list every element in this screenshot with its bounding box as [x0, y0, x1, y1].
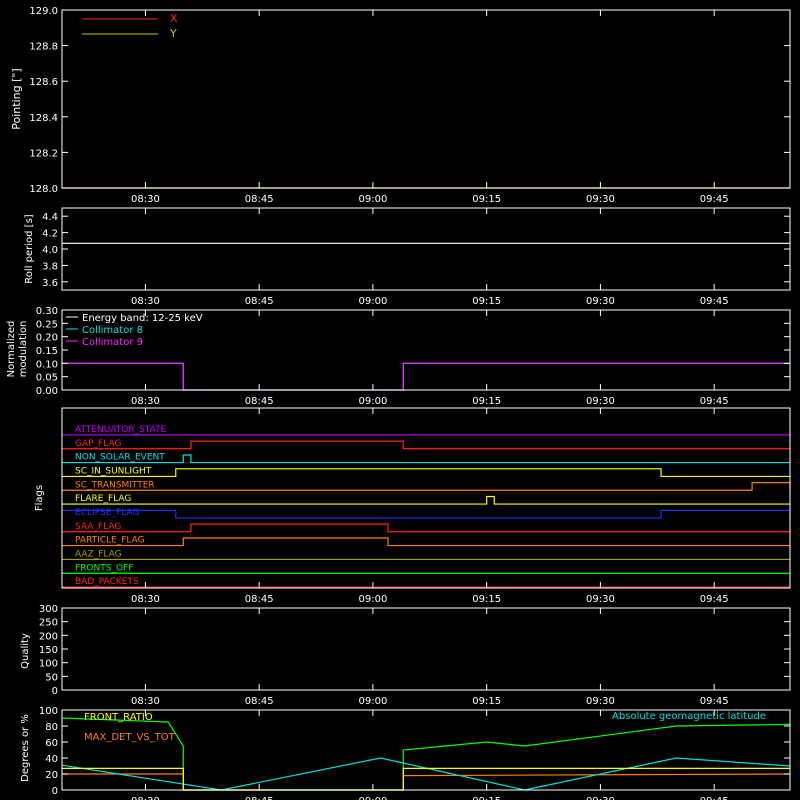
legend-x-label: X [170, 12, 178, 25]
flag-label: NON_SOLAR_EVENT [75, 453, 165, 463]
y-tick-label: 50 [45, 672, 58, 683]
flag-label: SC_TRANSMITTER [75, 480, 155, 490]
x-tick-label: 09:45 [700, 396, 729, 407]
y-tick-label: 129.0 [29, 6, 58, 17]
x-tick-label: 09:00 [359, 696, 388, 707]
x-tick-label: 09:30 [586, 396, 615, 407]
y-tick-label: 3.8 [42, 261, 58, 272]
x-tick-label: 09:15 [472, 396, 501, 407]
x-tick-label: 08:45 [245, 194, 274, 205]
legend-collimator8: Collimator 8 [82, 325, 143, 336]
y-tick-label: 4.0 [42, 245, 58, 256]
x-tick-label: 09:45 [700, 796, 729, 800]
x-tick-label: 09:15 [472, 296, 501, 307]
y-tick-label: 0.00 [36, 386, 58, 397]
x-tick-label: 09:30 [586, 696, 615, 707]
flag-label: ECLIPSE_FLAG [75, 508, 139, 518]
y-tick-label: 0.25 [36, 319, 58, 330]
y-tick-label: 0.30 [36, 306, 58, 317]
x-tick-label: 08:45 [245, 594, 274, 605]
legend-max-det: MAX_DET_VS_TOT [84, 732, 176, 743]
x-tick-label: 09:15 [472, 796, 501, 800]
y-tick-label: 150 [39, 645, 58, 656]
y-tick-label: 0 [52, 786, 58, 797]
y-tick-label: 20 [45, 770, 58, 781]
quality-ylabel: Quality [20, 633, 31, 669]
legend-front-ratio: FRONT_RATIO [84, 712, 153, 723]
x-tick-label: 08:30 [131, 594, 160, 605]
y-tick-label: 250 [39, 618, 58, 629]
x-tick-label: 09:45 [700, 296, 729, 307]
x-tick-label: 09:15 [472, 194, 501, 205]
flag-label: FRONTS_OFF [75, 563, 133, 573]
pointing-ylabel: Pointing ["] [10, 68, 23, 129]
x-tick-label: 08:45 [245, 796, 274, 800]
chart-figure: 08:30 08:45 09:00 09:15 09:30 09:45 128.0 128.2… [0, 0, 800, 800]
y-tick-label: 0.10 [36, 359, 58, 370]
modulation-ylabel-line1: Normalized [6, 321, 17, 378]
x-tick-label: 09:30 [586, 194, 615, 205]
x-tick-label: 08:30 [131, 296, 160, 307]
legend-y-label: Y [169, 27, 177, 40]
x-tick-label: 08:30 [131, 194, 160, 205]
y-tick-label: 128.6 [29, 77, 58, 88]
background [0, 0, 800, 800]
x-tick-label: 08:30 [131, 396, 160, 407]
flags-ylabel: Flags [34, 485, 45, 511]
x-tick-label: 09:00 [359, 796, 388, 800]
y-tick-label: 100 [39, 659, 58, 670]
x-tick-label: 09:00 [359, 594, 388, 605]
x-tick-label: 08:45 [245, 696, 274, 707]
y-tick-label: 128.2 [29, 148, 58, 159]
x-tick-label: 08:30 [131, 796, 160, 800]
x-tick-label: 09:15 [472, 594, 501, 605]
y-tick-label: 100 [39, 706, 58, 717]
y-tick-label: 3.6 [42, 278, 58, 289]
y-tick-label: 0.20 [36, 333, 58, 344]
flag-label: PARTICLE_FLAG [75, 536, 145, 546]
y-tick-label: 0 [52, 686, 58, 697]
x-tick-label: 09:30 [586, 296, 615, 307]
x-tick-label: 09:45 [700, 696, 729, 707]
modulation-ylabel-line2: modulation [18, 321, 29, 378]
y-tick-label: 40 [45, 754, 58, 765]
y-tick-label: 300 [39, 604, 58, 615]
y-tick-label: 128.4 [29, 113, 58, 124]
y-tick-label: 0.15 [36, 346, 58, 357]
x-tick-label: 08:30 [131, 696, 160, 707]
y-tick-label: 200 [39, 631, 58, 642]
x-tick-label: 08:45 [245, 396, 274, 407]
x-tick-label: 09:45 [700, 594, 729, 605]
flag-label: GAP_FLAG [75, 439, 121, 449]
flag-label: SC_IN_SUNLIGHT [75, 466, 152, 476]
x-tick-label: 09:15 [472, 696, 501, 707]
annotation-geomagnetic-latitude: Absolute geomagnetic latitude [612, 711, 766, 722]
legend-collimator9: Collimator 9 [82, 337, 143, 348]
flag-label: SAA_FLAG [75, 522, 121, 532]
x-tick-label: 09:00 [359, 194, 388, 205]
y-tick-label: 4.2 [42, 229, 58, 240]
bottom-ylabel: Degrees or % [20, 714, 31, 782]
flag-label: BAD_PACKETS [75, 577, 139, 587]
y-tick-label: 0.05 [36, 373, 58, 384]
x-tick-label: 09:30 [586, 594, 615, 605]
x-tick-label: 08:45 [245, 296, 274, 307]
legend-energy-band: Energy band: 12-25 keV [82, 313, 203, 324]
x-tick-label: 09:00 [359, 296, 388, 307]
flag-label: FLARE_FLAG [75, 494, 131, 504]
flag-label: AAZ_FLAG [75, 549, 122, 559]
x-tick-label: 09:45 [700, 194, 729, 205]
x-tick-label: 09:30 [586, 796, 615, 800]
roll-ylabel: Roll period [s] [24, 214, 35, 283]
y-tick-label: 60 [45, 738, 58, 749]
y-tick-label: 4.4 [42, 212, 58, 223]
x-tick-label: 09:00 [359, 396, 388, 407]
flag-label: ATTENUATOR_STATE [75, 425, 167, 435]
y-tick-label: 128.0 [29, 184, 58, 195]
y-tick-label: 128.8 [29, 42, 58, 53]
y-tick-label: 80 [45, 722, 58, 733]
